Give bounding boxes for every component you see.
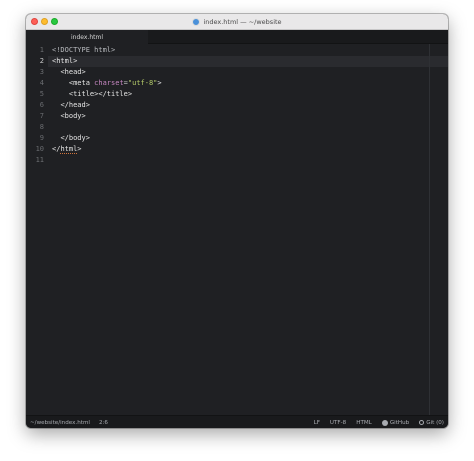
line-number[interactable]: 7 [40, 111, 44, 122]
editor-window: index.html — ~/website index.html 123456… [26, 14, 448, 428]
code-token: <!DOCTYPE html> [52, 46, 116, 54]
code-token: </head> [60, 101, 90, 109]
line-number[interactable]: 8 [40, 122, 44, 133]
code-token: </body> [60, 134, 90, 142]
code-token: <head> [60, 68, 86, 76]
status-github[interactable]: GitHub [381, 419, 410, 426]
line-number[interactable]: 10 [36, 144, 44, 155]
line-number[interactable]: 2 [40, 56, 44, 67]
code-line[interactable]: </body> [52, 133, 90, 144]
status-git[interactable]: Git (0) [419, 420, 444, 426]
line-number-gutter[interactable]: 1 2 3 4 5 6 7 8 9 10 11 [26, 44, 48, 415]
code-line[interactable]: <head> [52, 67, 86, 78]
code-token: <title></title> [68, 90, 133, 98]
code-line[interactable]: <!DOCTYPE html> [52, 45, 115, 56]
line-number[interactable]: 3 [40, 67, 44, 78]
code-line[interactable]: </head> [52, 100, 90, 111]
tab-index-html[interactable]: index.html [26, 30, 148, 44]
code-token: html [60, 145, 78, 154]
editor-pane[interactable]: 1 2 3 4 5 6 7 8 9 10 11 <!DOCTYPE html> <html> <hea… [26, 44, 448, 415]
code-line[interactable]: <title></title> [52, 89, 132, 100]
window-title: index.html — ~/website [203, 18, 282, 26]
code-token: charset [94, 79, 124, 87]
code-token: "utf-8" [127, 79, 158, 87]
line-number[interactable]: 5 [40, 89, 44, 100]
status-git-label: Git (0) [426, 419, 444, 426]
status-github-label: GitHub [389, 419, 410, 426]
code-token: <meta [68, 79, 95, 87]
wrap-guide [429, 44, 430, 415]
line-number[interactable]: 9 [40, 133, 44, 144]
code-token: <body> [60, 112, 86, 120]
tab-bar: index.html [26, 30, 448, 44]
line-number[interactable]: 11 [36, 155, 44, 166]
code-line[interactable]: </html> [52, 144, 82, 155]
status-encoding[interactable]: UTF-8 [330, 420, 346, 426]
status-grammar[interactable]: HTML [356, 420, 372, 426]
code-line[interactable]: <html> [52, 56, 77, 67]
document-icon [192, 18, 201, 26]
status-bar: ~/website/index.html 2:6 LF UTF-8 HTML G… [26, 415, 448, 428]
code-token: > [77, 145, 82, 153]
active-line-highlight [48, 56, 448, 67]
window-title-group: index.html — ~/website [26, 14, 448, 30]
status-line-ending[interactable]: LF [314, 420, 320, 426]
code-token: > [157, 79, 162, 87]
tab-label: index.html [71, 33, 103, 41]
code-line[interactable]: <body> [52, 111, 86, 122]
title-bar: index.html — ~/website [26, 14, 448, 30]
code-area[interactable]: <!DOCTYPE html> <html> <head> <meta chars… [48, 44, 448, 415]
status-file-path[interactable]: ~/website/index.html [30, 420, 90, 426]
code-token: <html> [52, 57, 78, 65]
github-icon [381, 419, 388, 426]
status-cursor-position[interactable]: 2:6 [99, 420, 108, 426]
line-number[interactable]: 6 [40, 100, 44, 111]
line-number[interactable]: 1 [40, 45, 44, 56]
code-line[interactable]: <meta charset="utf-8"> [52, 78, 162, 89]
line-number[interactable]: 4 [40, 78, 44, 89]
git-icon [419, 420, 425, 425]
